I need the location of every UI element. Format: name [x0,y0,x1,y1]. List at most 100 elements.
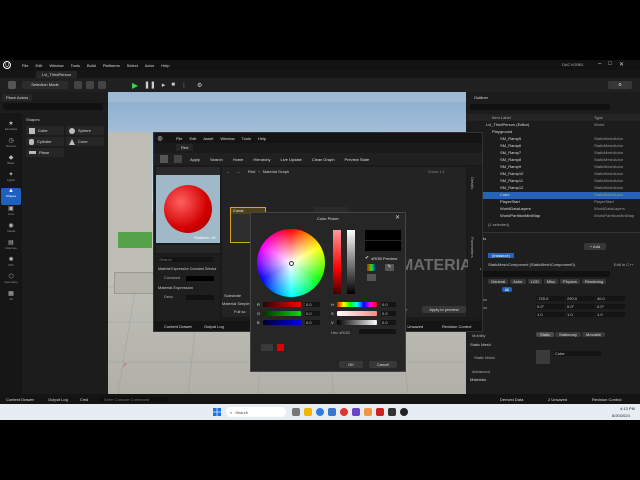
step-icon[interactable]: ▸ [162,81,166,89]
color-themes-icon[interactable] [367,264,376,271]
revision-control-button[interactable]: Revision Control [592,397,621,402]
stop-icon[interactable]: ■ [171,82,175,88]
more-icon[interactable]: ⋮ [181,82,187,89]
level-tab[interactable]: Lvl_ThirdPerson [36,71,78,78]
taskbar-search[interactable]: ⌕ Search [226,407,286,417]
live-update-button[interactable]: Live Update [281,157,302,162]
mat-menu-file[interactable]: File [176,136,182,141]
outliner-row[interactable]: Cube StaticMeshActor [466,192,640,199]
outliner-row[interactable]: WorldPartitionMiniMap WorldPartitionMiniM… [466,213,640,220]
menu-select[interactable]: Select [127,63,138,68]
menu-edit[interactable]: Edit [35,63,42,68]
category-geometry[interactable]: ⬡ Geometry [1,273,21,290]
side-tab-details[interactable]: Details [470,177,475,189]
outliner-row[interactable]: SM_Ramp6 StaticMeshActor [466,143,640,150]
tab-all[interactable]: All [502,287,512,292]
mat-menu-tools[interactable]: Tools [242,136,251,141]
app-icon-1[interactable] [352,408,360,416]
advanced-section[interactable]: Advanced [472,369,490,374]
mat-menu-window[interactable]: Window [220,136,234,141]
tab-rendering[interactable]: Rendering [581,279,607,284]
menu-tools[interactable]: Tools [71,63,80,68]
outliner-row[interactable]: SM_Ramp11 StaticMeshActor [466,178,640,185]
output-log-button[interactable]: Output Log [48,397,68,402]
unreal-taskbar-icon[interactable] [400,408,408,416]
content-icon[interactable] [74,81,82,89]
mat-constant-swatch[interactable] [186,276,214,281]
clean-graph-button[interactable]: Clean Graph [312,157,335,162]
mat-section-material-expression[interactable]: Material Expression [158,285,193,291]
place-actors-tab[interactable]: Place Actors [2,94,33,101]
details-search-input[interactable] [470,271,610,277]
cmd-dropdown[interactable]: Cmd [80,397,88,402]
saturation-bar[interactable] [333,230,341,294]
category-all[interactable]: ▦ All [1,290,21,307]
outliner-row[interactable]: SM_Ramp7 StaticMeshActor [466,150,640,157]
scale-z[interactable]: 1.0 [596,312,625,317]
shape-cone[interactable]: Cone [66,137,104,146]
outliner-row[interactable]: SM_Ramp5 StaticMeshActor [466,136,640,143]
play-icon[interactable]: ▶ [132,81,138,90]
mat-menu-help[interactable]: Help [258,136,266,141]
app-icon-3[interactable] [376,408,384,416]
mat-menu-edit[interactable]: Edit [189,136,196,141]
outliner-row[interactable]: SM_Ramp8 StaticMeshActor [466,157,640,164]
outliner-row[interactable]: PlayerStart PlayerStart [466,199,640,206]
platforms-icon[interactable]: ⚙ [197,82,202,89]
static-mesh-value[interactable]: Cube [554,351,601,356]
derived-data-button[interactable]: Derived Data [500,397,523,402]
static-mesh-section[interactable]: Static Mesh [470,342,491,347]
mat-content-drawer[interactable]: Content Drawer [164,324,192,329]
place-search-input[interactable] [3,103,103,110]
value-r[interactable]: 0.0 [305,302,320,307]
full-screen-label[interactable]: Full sc [234,309,246,314]
col-item-label[interactable]: Item Label [492,115,511,120]
forward-icon[interactable]: → [236,169,240,174]
category-shapes[interactable]: ▲ Shapes [1,188,21,205]
close-icon[interactable]: ✕ [395,214,400,221]
cinematics-icon[interactable] [98,81,106,89]
col-type[interactable]: Type [594,115,603,120]
tab-lod[interactable]: LOD [527,279,542,284]
mat-details-search[interactable]: Search [158,257,213,262]
details-instance-row[interactable]: (Instance) [488,253,514,258]
chrome-icon[interactable] [340,408,348,416]
outliner-row[interactable]: WorldDataLayers WorldDataLayers [466,206,640,213]
shape-cylinder[interactable]: Cylinder [26,137,64,146]
slider-h[interactable] [337,302,377,307]
mat-unsaved[interactable]: 2 Unsaved [404,324,423,329]
menu-window[interactable]: Window [49,63,63,68]
rotation-y[interactable]: 0.0° [566,304,595,309]
outliner-row[interactable]: SM_Ramp12 StaticMeshActor [466,185,640,192]
breadcrumb-graph[interactable]: Material Graph [263,169,289,174]
menu-build[interactable]: Build [87,63,96,68]
category-basic[interactable]: ◆ Basic [1,154,21,171]
srgb-preview-toggle[interactable]: ✔ sRGB Preview [365,255,397,261]
mobility-static[interactable]: Static [536,332,555,337]
tab-physics[interactable]: Physics [560,279,580,284]
recent-color-red[interactable] [277,344,284,351]
scale-y[interactable]: 1.0 [566,312,595,317]
outliner-row[interactable]: SM_Ramp10 StaticMeshActor [466,171,640,178]
location-x[interactable]: -720.0 [536,296,565,301]
unsaved-button[interactable]: 2 Unsaved [548,397,567,402]
category-volumes[interactable]: ▤ Volumes [1,239,21,256]
value-bar[interactable] [347,230,355,294]
store-icon[interactable] [328,408,336,416]
value-b[interactable]: 0.0 [305,320,320,325]
location-z[interactable]: 40.0 [596,296,625,301]
add-theme-icon[interactable] [367,274,376,281]
value-g[interactable]: 0.0 [305,311,320,316]
menu-actor[interactable]: Actor [145,63,154,68]
tab-misc[interactable]: Misc [543,279,559,284]
tab-actor[interactable]: Actor [510,279,526,284]
mat-save-icon[interactable] [160,155,168,163]
close-icon[interactable]: ✕ [619,61,624,68]
mat-menu-asset[interactable]: Asset [203,136,213,141]
materials-section[interactable]: Materials [470,377,486,382]
mobility-stationary[interactable]: Stationary [555,332,582,337]
rotation-z[interactable]: 0.0° [596,304,625,309]
hierarchy-button[interactable]: Hierarchy [253,157,270,162]
home-button[interactable]: Home [233,157,244,162]
maximize-icon[interactable]: □ [608,61,612,68]
